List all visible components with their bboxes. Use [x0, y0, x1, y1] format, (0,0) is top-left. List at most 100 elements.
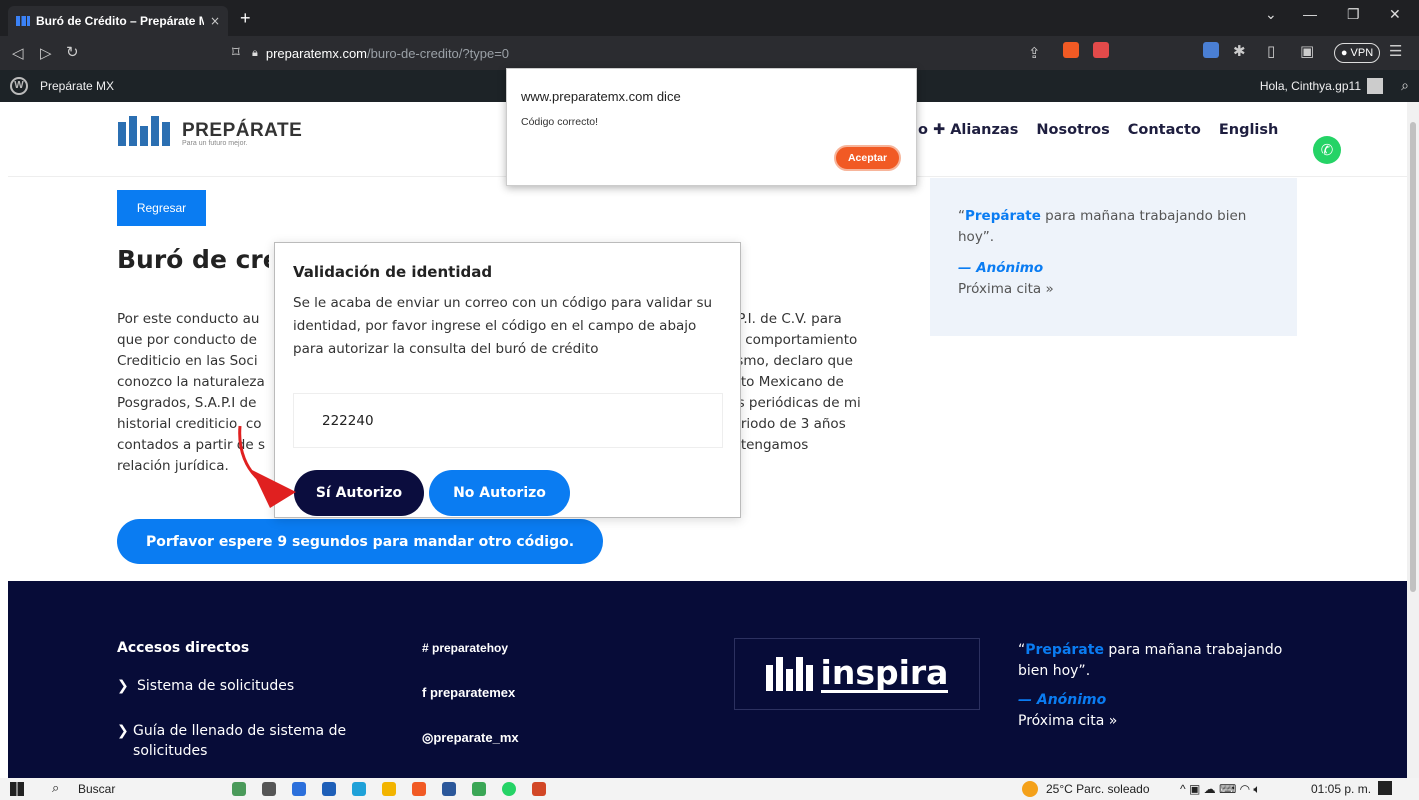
- resend-code-button[interactable]: Porfavor espere 9 segundos para mandar o…: [117, 519, 603, 564]
- footer-link-guia[interactable]: ❯ Guía de llenado de sistema de solicitu…: [117, 721, 367, 761]
- address-bar[interactable]: 🔒︎ preparatemx.com /buro-de-credito/?typ…: [224, 40, 1124, 66]
- body-line: nismo, declaro que: [724, 353, 853, 369]
- red-arrow-icon: [238, 425, 296, 508]
- search-icon[interactable]: ⌕: [52, 780, 59, 796]
- brave-shield-icon[interactable]: [1063, 42, 1079, 58]
- body-line: mi comportamiento: [724, 332, 858, 348]
- powerpoint-icon[interactable]: [532, 782, 546, 796]
- weather-sun-icon: [1022, 781, 1038, 797]
- body-line: Posgrados, S.A.P.I de: [117, 395, 257, 411]
- body-line: Por este conducto au: [117, 311, 260, 327]
- notifications-icon[interactable]: [1378, 781, 1392, 795]
- taskbar-search[interactable]: Buscar: [78, 782, 115, 796]
- tab-close-icon[interactable]: ×: [210, 14, 220, 28]
- next-quote-link[interactable]: Próxima cita »: [958, 279, 1269, 300]
- inspira-logo[interactable]: inspira: [734, 638, 980, 710]
- wallet-icon[interactable]: ▣: [1300, 42, 1314, 60]
- logo-name: PREPÁRATE: [182, 120, 303, 141]
- inspira-book-icon: [765, 657, 813, 691]
- back-icon[interactable]: ◁: [12, 44, 24, 62]
- whatsapp-icon[interactable]: ✆: [1313, 136, 1341, 164]
- quote-open: “: [958, 208, 965, 224]
- sidebar-icon[interactable]: ▯: [1267, 42, 1275, 60]
- authorize-button[interactable]: Sí Autorizo: [294, 470, 424, 516]
- lock-icon: 🔒︎: [252, 46, 258, 59]
- mail-icon[interactable]: [322, 782, 336, 796]
- file-explorer-icon[interactable]: [382, 782, 396, 796]
- nav-item-english[interactable]: English: [1219, 122, 1279, 138]
- chevron-right-icon: ❯: [117, 678, 129, 694]
- social-hashtag[interactable]: # preparatehoy: [422, 641, 508, 655]
- browser-alert-dialog: www.preparatemx.com dice Código correcto…: [506, 68, 917, 186]
- scrollbar-thumb[interactable]: [1410, 122, 1416, 592]
- minimize-icon[interactable]: —: [1303, 6, 1317, 22]
- search-icon[interactable]: ⌕: [1401, 77, 1409, 94]
- url-host: preparatemx.com: [265, 45, 368, 61]
- quote-box: “Prepárate para mañana trabajando bien h…: [930, 178, 1297, 336]
- taskbar-app-icon[interactable]: [232, 782, 246, 796]
- task-view-icon[interactable]: [262, 782, 276, 796]
- weather-status[interactable]: 25°C Parc. soleado: [1046, 782, 1150, 796]
- body-line: Crediticio en las Soci: [117, 353, 258, 369]
- alert-accept-button[interactable]: Aceptar: [834, 145, 901, 171]
- nav-item-nosotros[interactable]: Nosotros: [1036, 122, 1109, 138]
- page-title: Buró de crédito: [117, 245, 269, 274]
- brave-rewards-icon[interactable]: [1093, 42, 1109, 58]
- close-window-icon[interactable]: ✕: [1389, 6, 1401, 23]
- forward-icon[interactable]: ▷: [40, 44, 52, 62]
- extensions-puzzle-icon[interactable]: ✱: [1233, 42, 1246, 60]
- body-line: tas periódicas de mi: [724, 395, 861, 411]
- body-line: periodo de 3 años: [724, 416, 846, 432]
- site-footer: Accesos directos ❯ Sistema de solicitude…: [8, 581, 1407, 778]
- translate-extension-icon[interactable]: [1203, 42, 1219, 58]
- back-button[interactable]: Regresar: [117, 190, 206, 226]
- taskbar-app-icon[interactable]: [292, 782, 306, 796]
- footer-title: Accesos directos: [117, 640, 250, 656]
- body-line: A.P.I. de C.V. para: [724, 311, 842, 327]
- word-icon[interactable]: [442, 782, 456, 796]
- system-tray-icons[interactable]: ^ ▣ ☁ ⌨ ◠ 🔈︎: [1180, 782, 1261, 797]
- menu-icon[interactable]: ☰: [1389, 42, 1402, 60]
- nav-item-alianzas[interactable]: o ✚ Alianzas: [918, 122, 1018, 138]
- body-line: antengamos: [724, 437, 809, 453]
- footer-quote: “Prepárate para mañana trabajando bien h…: [1018, 640, 1308, 732]
- windows-taskbar: ⌕ Buscar 25°C Parc. soleado ^ ▣ ☁ ⌨ ◠ 🔈︎…: [0, 778, 1419, 800]
- chevron-right-icon: ❯: [117, 723, 129, 739]
- wp-site-name[interactable]: Prepárate MX: [40, 79, 114, 93]
- wordpress-logo-icon[interactable]: W: [10, 77, 28, 95]
- share-icon[interactable]: ⇪: [1028, 44, 1041, 62]
- tab-search-icon[interactable]: ⌄: [1265, 6, 1277, 23]
- social-instagram[interactable]: ◎preparate_mx: [422, 730, 519, 746]
- url-path: /buro-de-credito/?type=0: [367, 45, 510, 61]
- maximize-icon[interactable]: ❐: [1347, 6, 1360, 23]
- windows-start-icon[interactable]: [10, 782, 24, 796]
- footer-link-solicitudes[interactable]: ❯ Sistema de solicitudes: [117, 676, 294, 696]
- brave-icon[interactable]: [412, 782, 426, 796]
- social-facebook[interactable]: f preparatemex: [422, 685, 515, 700]
- edge-icon[interactable]: [352, 782, 366, 796]
- footer-quote-author: — Anónimo: [1018, 692, 1107, 708]
- code-input[interactable]: [293, 393, 723, 448]
- alert-message: Código correcto!: [521, 116, 599, 128]
- vpn-button[interactable]: ● VPN: [1334, 43, 1380, 63]
- new-tab-button[interactable]: +: [240, 8, 251, 29]
- clock[interactable]: 01:05 p. m.: [1311, 782, 1371, 796]
- browser-tab-bar: Buró de Crédito – Prepárate MX × + ⌄ — ❐…: [0, 0, 1419, 36]
- tab-title: Buró de Crédito – Prepárate MX: [36, 14, 204, 28]
- reload-icon[interactable]: ↻: [66, 43, 79, 61]
- wp-greeting[interactable]: Hola, Cinthya.gp11: [1260, 79, 1361, 93]
- decline-button[interactable]: No Autorizo: [429, 470, 570, 516]
- inspira-wordmark: inspira: [820, 652, 949, 693]
- footer-next-quote-link[interactable]: Próxima cita »: [1018, 711, 1308, 732]
- nav-item-contacto[interactable]: Contacto: [1128, 122, 1201, 138]
- body-line: que por conducto de: [117, 332, 257, 348]
- chrome-icon[interactable]: [472, 782, 486, 796]
- browser-tab[interactable]: Buró de Crédito – Prepárate MX ×: [8, 6, 228, 36]
- page-scrollbar[interactable]: [1407, 102, 1419, 778]
- site-logo[interactable]: PREPÁRATE Para un futuro mejor.: [118, 116, 303, 147]
- logo-book-icon: [118, 116, 174, 146]
- avatar[interactable]: [1367, 78, 1383, 94]
- whatsapp-icon[interactable]: [502, 782, 516, 796]
- body-line: conozco la naturaleza: [117, 374, 265, 390]
- alert-title: www.preparatemx.com dice: [521, 89, 681, 104]
